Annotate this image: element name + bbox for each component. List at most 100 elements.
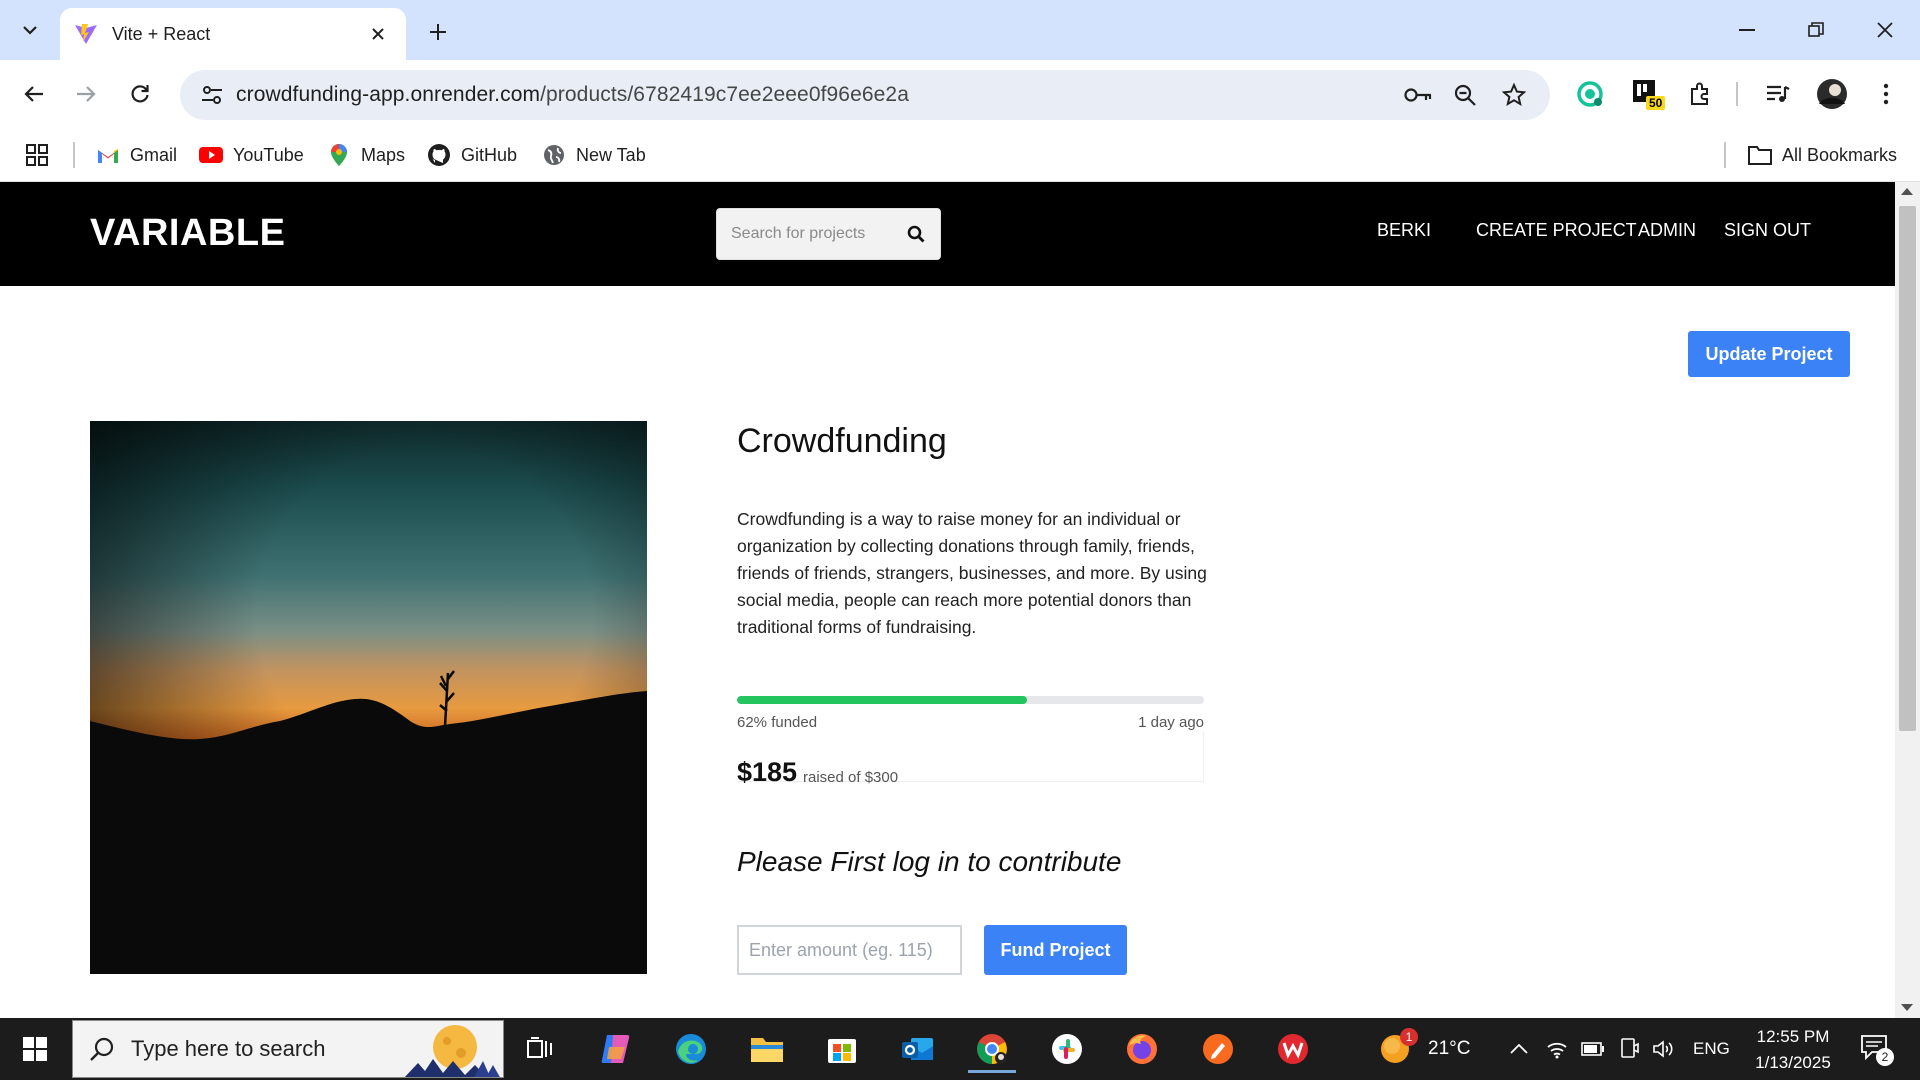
profile-avatar-button[interactable] <box>1812 74 1852 114</box>
chevron-up-icon <box>1510 1044 1528 1054</box>
media-control-button[interactable] <box>1758 74 1798 114</box>
search-button[interactable] <box>901 219 931 249</box>
vite-logo-icon <box>75 24 97 44</box>
chrome-app-active[interactable] <box>962 1025 1022 1073</box>
slack-app[interactable] <box>1037 1025 1097 1073</box>
close-icon <box>1877 22 1893 38</box>
back-button[interactable] <box>14 74 54 114</box>
minimize-button[interactable] <box>1722 10 1772 50</box>
search-icon <box>90 1037 114 1061</box>
tab-close-button[interactable] <box>364 20 392 48</box>
tune-icon <box>202 86 222 104</box>
extensions-menu-button[interactable] <box>1680 74 1720 114</box>
taskbar-clock[interactable]: 12:55 PM 1/13/2025 <box>1738 1024 1848 1076</box>
nav-sign-out-link[interactable]: SIGN OUT <box>1724 220 1811 241</box>
site-logo[interactable]: VARIABLE <box>90 212 285 255</box>
outlook-icon <box>902 1038 933 1060</box>
bookmark-new-tab[interactable]: New Tab <box>542 140 646 170</box>
nav-admin-link[interactable]: ADMIN <box>1638 220 1696 241</box>
bookmark-gmail[interactable]: Gmail <box>96 140 177 170</box>
folder-icon <box>1748 143 1772 167</box>
battery-status[interactable] <box>1581 1018 1605 1080</box>
device-icon <box>1621 1038 1639 1058</box>
fund-project-button[interactable]: Fund Project <box>984 925 1127 975</box>
meet-now-button[interactable] <box>1619 1018 1639 1080</box>
password-key-button[interactable] <box>1398 75 1438 115</box>
update-project-button[interactable]: Update Project <box>1688 331 1850 377</box>
tab-search-button[interactable] <box>12 12 48 48</box>
bookmark-maps[interactable]: Maps <box>327 140 405 170</box>
pen-app[interactable] <box>1188 1025 1248 1073</box>
raised-amount: $185 <box>737 757 798 787</box>
wps-office-app[interactable] <box>1263 1025 1323 1073</box>
browser-toolbar: crowdfunding-app.onrender.com/products/6… <box>0 60 1920 128</box>
project-title: Crowdfunding <box>737 422 947 460</box>
maps-icon <box>327 143 351 167</box>
browser-tab-active[interactable]: Vite + React <box>60 8 406 60</box>
notifications-button[interactable]: 2 <box>1860 1018 1894 1080</box>
site-info-button[interactable] <box>188 70 236 120</box>
nav-user-link[interactable]: BERKI <box>1377 220 1431 241</box>
show-hidden-icons-button[interactable] <box>1510 1018 1528 1080</box>
task-view-button[interactable] <box>510 1025 570 1073</box>
page-scrollbar[interactable] <box>1895 182 1920 1018</box>
notification-count: 2 <box>1876 1048 1894 1066</box>
site-header: VARIABLE BERKI CREATE PROJECT ADMIN SIGN… <box>0 182 1895 286</box>
network-status[interactable] <box>1546 1018 1568 1080</box>
weather-sun-icon: 1 <box>1378 1028 1418 1066</box>
scroll-up-arrow-icon[interactable] <box>1901 188 1913 195</box>
start-button[interactable] <box>12 1031 58 1067</box>
url-path: /products/6782419c7ee2eee0f96e6e2a <box>540 83 909 106</box>
nav-create-project-link[interactable]: CREATE PROJECT <box>1476 220 1637 241</box>
taskbar-search-box[interactable]: Type here to search <box>72 1020 504 1078</box>
bookmark-youtube[interactable]: YouTube <box>199 140 304 170</box>
forward-button[interactable] <box>66 74 106 114</box>
bookmark-star-button[interactable] <box>1494 75 1534 115</box>
extension-circle-icon <box>1577 81 1603 107</box>
url-text[interactable]: crowdfunding-app.onrender.com/products/6… <box>236 83 909 107</box>
playlist-music-icon <box>1767 85 1790 102</box>
sunset-silhouette-image <box>90 421 647 974</box>
time-ago-label: 1 day ago <box>1138 714 1204 731</box>
restore-button[interactable] <box>1791 10 1841 50</box>
new-tab-button[interactable] <box>420 14 456 50</box>
address-bar[interactable]: crowdfunding-app.onrender.com/products/6… <box>180 70 1550 120</box>
extension-grammar-button[interactable] <box>1570 74 1610 114</box>
zoom-button[interactable] <box>1445 75 1485 115</box>
clock-date: 1/13/2025 <box>1755 1053 1831 1072</box>
copilot-app[interactable] <box>586 1025 646 1073</box>
scroll-down-arrow-icon[interactable] <box>1901 1004 1913 1011</box>
project-image <box>90 421 647 974</box>
bookmark-github[interactable]: GitHub <box>427 140 517 170</box>
amount-input[interactable] <box>737 925 962 975</box>
close-window-button[interactable] <box>1860 10 1910 50</box>
volume-button[interactable] <box>1652 1018 1676 1080</box>
search-highlight-illustration-icon <box>404 1025 500 1077</box>
firefox-app[interactable] <box>1112 1025 1172 1073</box>
raised-goal-label: raised of $300 <box>803 769 899 786</box>
all-bookmarks-button[interactable]: All Bookmarks <box>1748 140 1897 170</box>
language-indicator[interactable]: ENG <box>1693 1018 1730 1080</box>
scrollbar-thumb[interactable] <box>1899 206 1916 731</box>
weather-widget[interactable]: 1 21°C <box>1378 1018 1470 1080</box>
reload-button[interactable] <box>120 74 160 114</box>
outlook-app[interactable] <box>888 1025 948 1073</box>
windows-taskbar: Type here to search 1 21°C ENG 12:55 PM … <box>0 1018 1920 1080</box>
browser-menu-button[interactable] <box>1866 74 1906 114</box>
edge-app[interactable] <box>661 1025 721 1073</box>
project-search <box>716 208 941 260</box>
chevron-down-icon <box>23 26 37 35</box>
zoom-out-icon <box>1454 84 1476 106</box>
funding-progress-bar <box>737 696 1204 704</box>
bookmarks-divider <box>73 142 75 168</box>
wps-icon <box>1278 1034 1308 1064</box>
search-input[interactable] <box>731 225 901 243</box>
bookmarks-bar: Gmail YouTube Maps GitHub New Tab All Bo… <box>0 128 1920 182</box>
bookmark-label: Maps <box>361 144 406 165</box>
arrow-left-icon <box>24 86 43 102</box>
apps-button[interactable] <box>26 140 48 170</box>
file-explorer-app[interactable] <box>737 1025 797 1073</box>
bookmark-label: Gmail <box>130 144 178 165</box>
extension-badge-button[interactable]: 50 <box>1626 74 1666 114</box>
microsoft-store-app[interactable] <box>812 1025 872 1073</box>
